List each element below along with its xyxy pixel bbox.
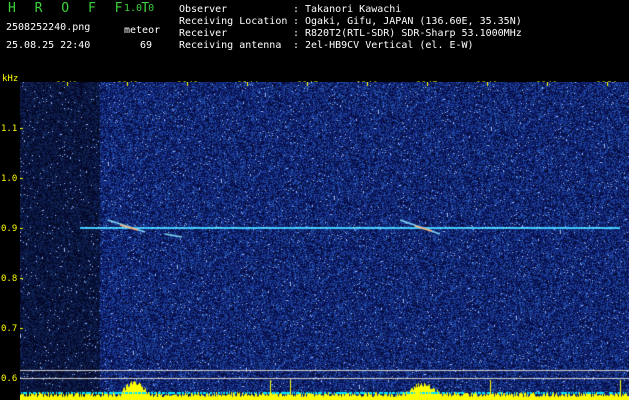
receiver-colon: : bbox=[293, 28, 300, 39]
freq-tick-0-6: 0.6 bbox=[1, 374, 18, 384]
freq-tick-0-7: 0.7 bbox=[1, 324, 18, 334]
freq-tick-0-8: 0.8 bbox=[1, 274, 18, 284]
freq-tick-0-9: 0.9 bbox=[1, 224, 18, 234]
app-version: 1.0.0 bbox=[124, 3, 155, 14]
receiver-label: Receiver bbox=[179, 28, 228, 39]
capture-datetime: 25.08.25 22:40 bbox=[6, 40, 91, 51]
observer-label: Observer bbox=[179, 4, 228, 15]
receiver-value: R820T2(RTL-SDR) SDR-Sharp 53.1000MHz bbox=[305, 28, 522, 39]
observer-value: Takanori Kawachi bbox=[305, 4, 402, 15]
freq-tick-1-1: 1.1 bbox=[1, 124, 18, 134]
event-count: 69 bbox=[140, 40, 153, 51]
location-colon: : bbox=[293, 16, 300, 27]
antenna-label: Receiving antenna bbox=[179, 40, 282, 51]
freq-tick-1-0: 1.0 bbox=[1, 174, 18, 184]
observer-colon: : bbox=[293, 4, 300, 15]
antenna-colon: : bbox=[293, 40, 300, 51]
frequency-unit-label: kHz bbox=[2, 74, 19, 84]
antenna-value: 2el-HB9CV Vertical (el. E-W) bbox=[305, 40, 474, 51]
event-type: meteor bbox=[124, 25, 161, 36]
spectrogram-canvas bbox=[20, 82, 629, 400]
header-panel: H R O F F T 1.0.0 2508252240.png meteor … bbox=[0, 0, 629, 72]
location-value: Ogaki, Gifu, JAPAN (136.60E, 35.35N) bbox=[305, 16, 522, 27]
location-label: Receiving Location bbox=[179, 16, 288, 27]
file-name: 2508252240.png bbox=[6, 22, 91, 33]
